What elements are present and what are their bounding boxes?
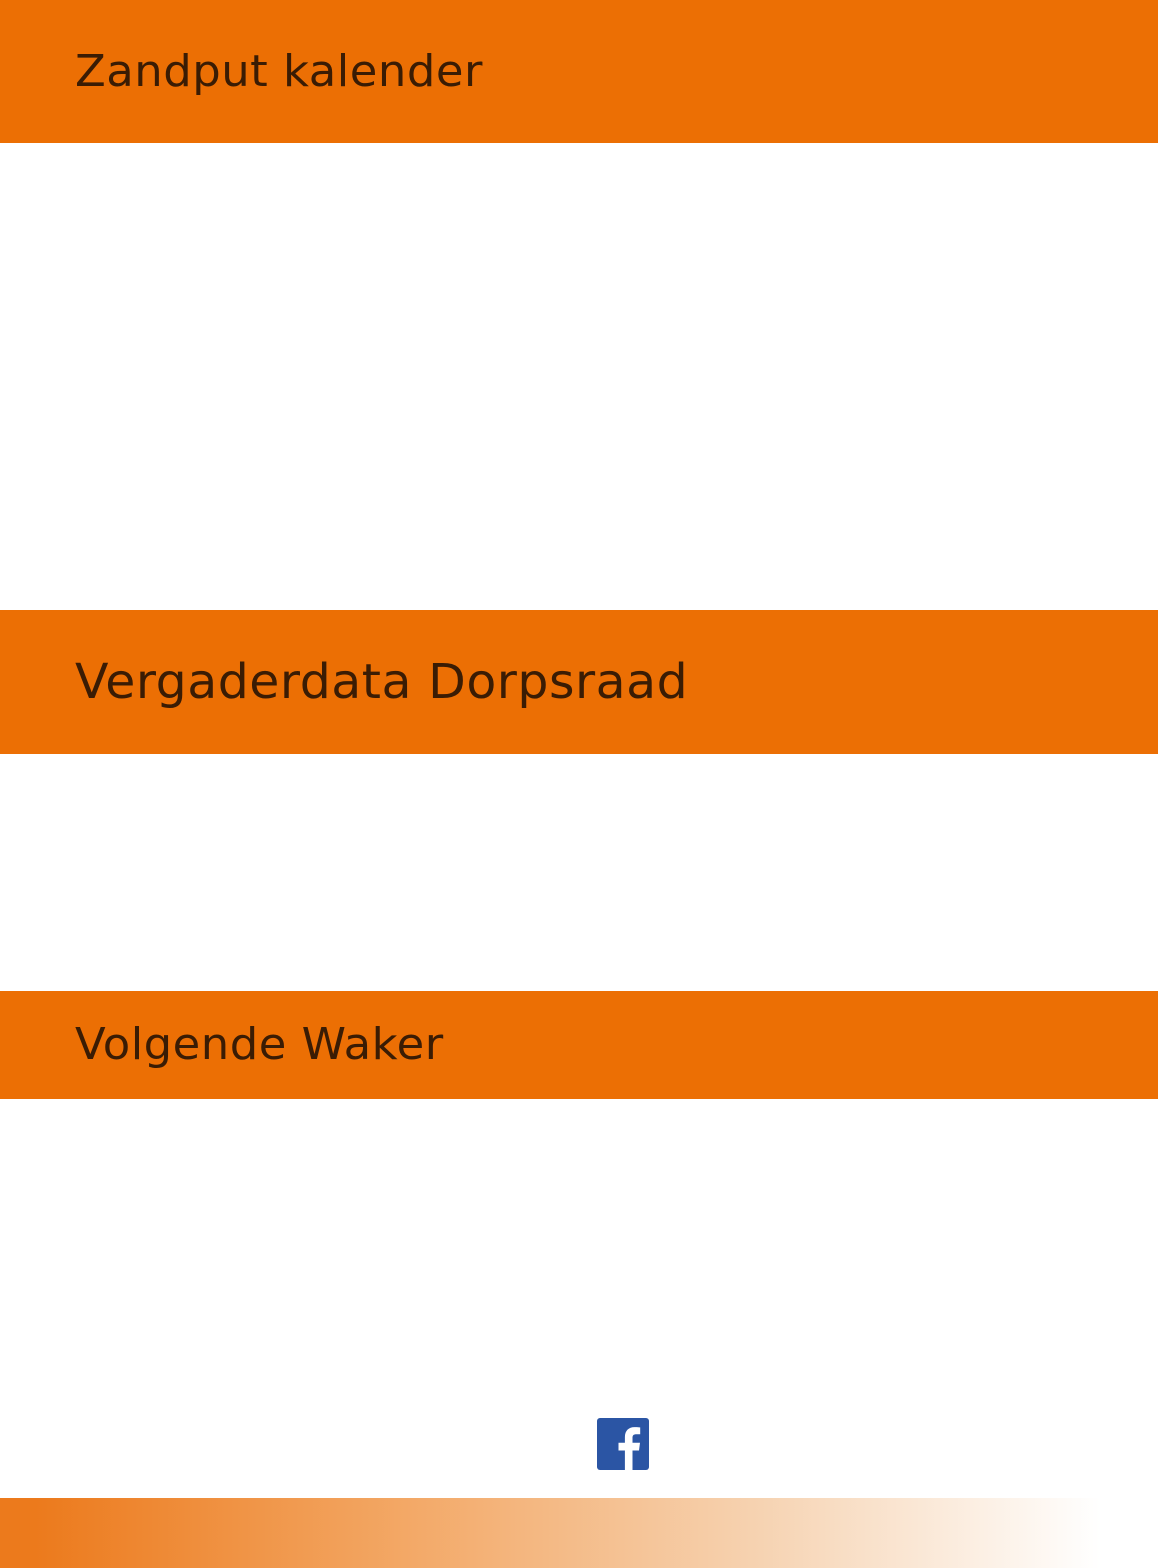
section-header-vergaderdata-dorpsraad: Vergaderdata Dorpsraad	[0, 610, 1158, 754]
section-header-volgende-waker: Volgende Waker	[0, 991, 1158, 1099]
volgende-waker-content	[0, 1099, 1158, 1399]
page: Zandput kalender Vergaderdata Dorpsraad …	[0, 0, 1158, 1568]
zandput-kalender-content	[0, 143, 1158, 610]
section-title-volgende-waker: Volgende Waker	[75, 1019, 444, 1070]
section-title-vergaderdata-dorpsraad: Vergaderdata Dorpsraad	[75, 654, 689, 710]
vergaderdata-dorpsraad-content	[0, 754, 1158, 991]
facebook-link[interactable]	[597, 1418, 649, 1470]
footer-gradient-bar	[0, 1498, 1158, 1568]
section-title-zandput-kalender: Zandput kalender	[75, 45, 483, 97]
section-header-zandput-kalender: Zandput kalender	[0, 0, 1158, 143]
facebook-icon	[597, 1418, 649, 1470]
